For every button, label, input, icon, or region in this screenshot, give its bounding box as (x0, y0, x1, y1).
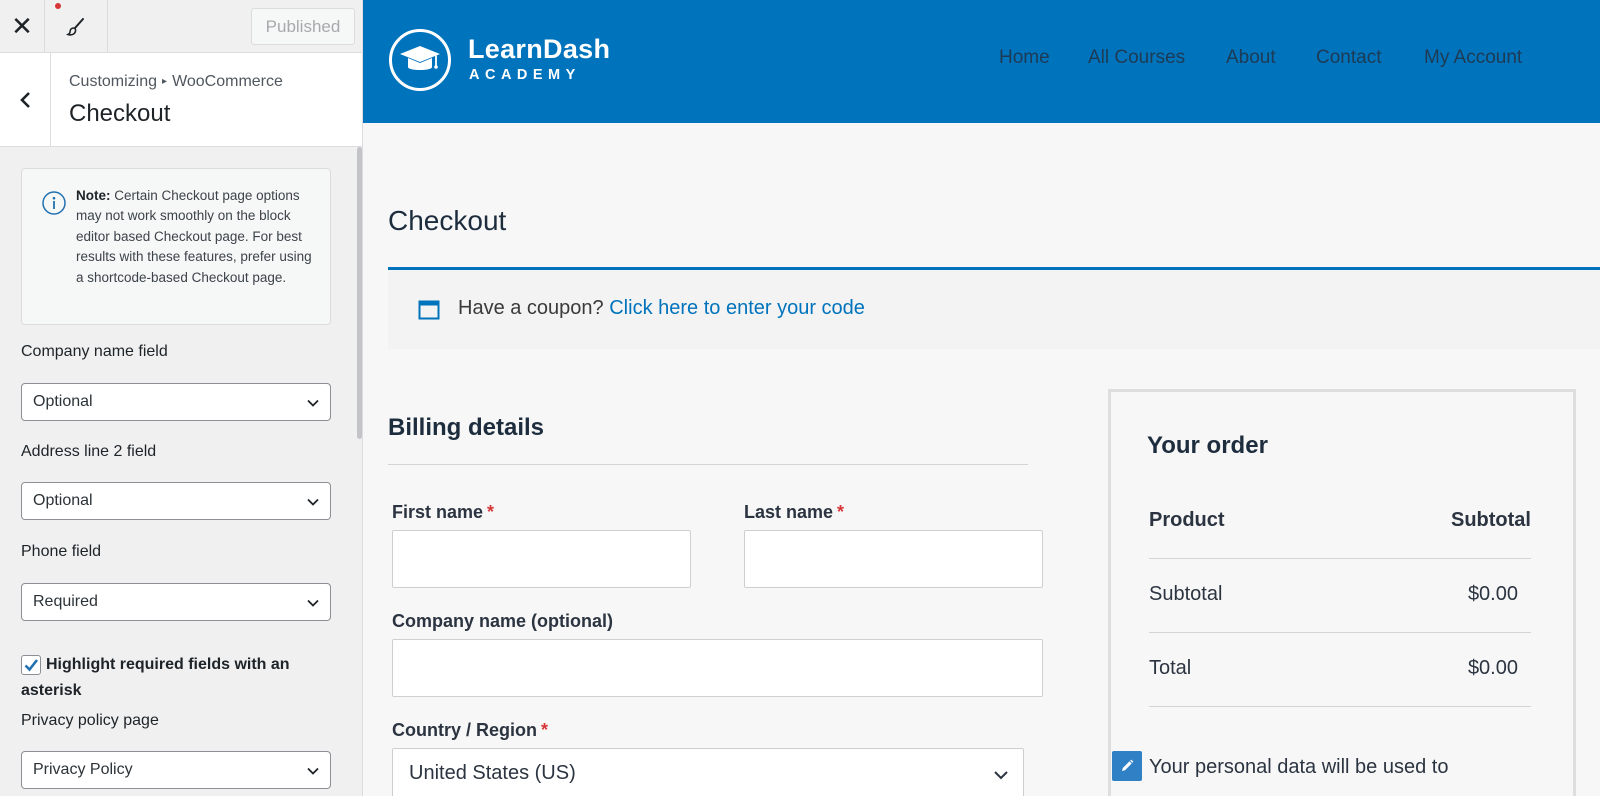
product-column-header: Product (1149, 509, 1225, 531)
address-line-2-field-label: Address line 2 field (21, 443, 157, 460)
order-title: Your order (1147, 432, 1268, 459)
info-icon (42, 191, 66, 215)
divider (388, 464, 1028, 465)
address-line-2-field-select[interactable]: Optional (21, 482, 331, 520)
nav-link-home[interactable]: Home (999, 47, 1050, 69)
section-header: Customizing ▸ WooCommerce Checkout (0, 53, 362, 147)
subtotal-label: Subtotal (1149, 583, 1223, 605)
required-asterisk: * (837, 502, 845, 522)
breadcrumb-parent: WooCommerce (172, 73, 283, 90)
close-icon: ✕ (11, 11, 33, 41)
country-select[interactable]: United States (US) (392, 748, 1024, 796)
required-asterisk: * (541, 720, 549, 740)
country-label: Country / Region * (392, 720, 548, 741)
phone-field-value: Required (33, 593, 98, 610)
first-name-label: First name * (392, 502, 494, 523)
change-theme-button[interactable] (45, 0, 108, 53)
site-logo-tagline: ACADEMY (469, 67, 581, 83)
chevron-down-icon (307, 599, 319, 607)
chevron-down-icon (307, 498, 319, 506)
chevron-down-icon (307, 399, 319, 407)
company-name-field-label: Company name field (21, 343, 168, 360)
company-name-field-value: Optional (33, 393, 93, 410)
phone-field-select[interactable]: Required (21, 583, 331, 621)
privacy-policy-page-select[interactable]: Privacy Policy (21, 751, 331, 789)
window-icon (418, 300, 440, 320)
notice-box: Note: Certain Checkout page options may … (21, 168, 331, 325)
coupon-prompt: Have a coupon? (458, 297, 604, 319)
scrollbar-thumb[interactable] (357, 147, 362, 439)
page-title: Checkout (388, 205, 507, 236)
chevron-down-icon (307, 767, 319, 775)
graduation-cap-logo-icon[interactable] (389, 29, 451, 91)
notice-body: Certain Checkout page options may not wo… (76, 188, 312, 285)
company-name-label: Company name (optional) (392, 611, 614, 631)
publish-button[interactable]: Published (251, 8, 355, 45)
customizer-sidebar: ✕ Published Customizing ▸ WooCommerce Chec… (0, 0, 363, 796)
breadcrumb-separator: ▸ (162, 76, 168, 87)
privacy-policy-page-value: Privacy Policy (33, 761, 133, 778)
pencil-edit-icon[interactable] (1112, 751, 1142, 781)
highlight-required-checkbox[interactable] (21, 655, 41, 675)
total-value: $0.00 (1467, 657, 1518, 679)
order-subtotal-row: Subtotal $0.00 (1149, 559, 1531, 633)
company-name-field-select[interactable]: Optional (21, 383, 331, 421)
customizer-controls[interactable]: Note: Certain Checkout page options may … (0, 147, 356, 796)
coupon-notice: Have a coupon? Click here to enter your … (388, 267, 1600, 349)
first-name-label-text: First name (392, 502, 484, 522)
sidebar-scrollbar[interactable] (356, 147, 362, 796)
last-name-input[interactable] (744, 530, 1043, 588)
breadcrumb: Customizing ▸ WooCommerce (69, 73, 283, 91)
required-asterisk: * (487, 502, 495, 522)
customizer-topbar: ✕ Published (0, 0, 362, 53)
last-name-label: Last name * (744, 502, 844, 523)
paintbrush-icon (66, 17, 84, 36)
checkmark-icon (24, 659, 39, 672)
subtotal-column-header: Subtotal (1451, 509, 1531, 531)
order-table-header: Product Subtotal (1149, 485, 1531, 559)
site-logo-name[interactable]: LearnDash (468, 34, 610, 65)
nav-link-contact[interactable]: Contact (1316, 47, 1381, 69)
country-value: United States (US) (409, 762, 576, 784)
nav-link-all-courses[interactable]: All Courses (1088, 47, 1185, 69)
country-label-text: Country / Region (392, 720, 537, 740)
subtotal-value: $0.00 (1467, 583, 1518, 605)
billing-details-title: Billing details (388, 414, 545, 441)
pencil-icon (1122, 759, 1134, 771)
nav-link-about[interactable]: About (1226, 47, 1276, 69)
site-header: LearnDash ACADEMY Home All Courses About… (363, 0, 1600, 123)
company-name-input[interactable] (392, 639, 1043, 697)
notification-dot (55, 3, 61, 9)
back-button[interactable] (0, 53, 51, 147)
last-name-label-text: Last name (744, 502, 834, 522)
section-title: Checkout (69, 100, 171, 127)
order-total-row: Total $0.00 (1149, 633, 1531, 707)
notice-label: Note: (76, 188, 111, 203)
first-name-input[interactable] (392, 530, 691, 588)
notice-text: Note: Certain Checkout page options may … (76, 186, 316, 288)
privacy-policy-text: Your personal data will be used to (1149, 756, 1449, 778)
coupon-text: Have a coupon? Click here to enter your … (458, 297, 865, 320)
graduation-cap-icon (400, 46, 440, 70)
total-label: Total (1149, 657, 1192, 679)
privacy-policy-page-label: Privacy policy page (21, 712, 159, 729)
nav-link-my-account[interactable]: My Account (1424, 47, 1522, 69)
chevron-left-icon (20, 92, 30, 108)
site-preview: LearnDash ACADEMY Home All Courses About… (363, 0, 1600, 796)
breadcrumb-root: Customizing (69, 73, 158, 90)
address-line-2-field-value: Optional (33, 492, 93, 509)
highlight-required-label: Highlight required fields with an asteri… (21, 656, 290, 699)
close-customizer-button[interactable]: ✕ (0, 0, 45, 53)
phone-field-label: Phone field (21, 543, 102, 560)
chevron-down-icon (994, 771, 1008, 780)
coupon-link[interactable]: Click here to enter your code (609, 297, 865, 319)
order-review: Your order Product Subtotal Subtotal $0.… (1108, 389, 1576, 796)
